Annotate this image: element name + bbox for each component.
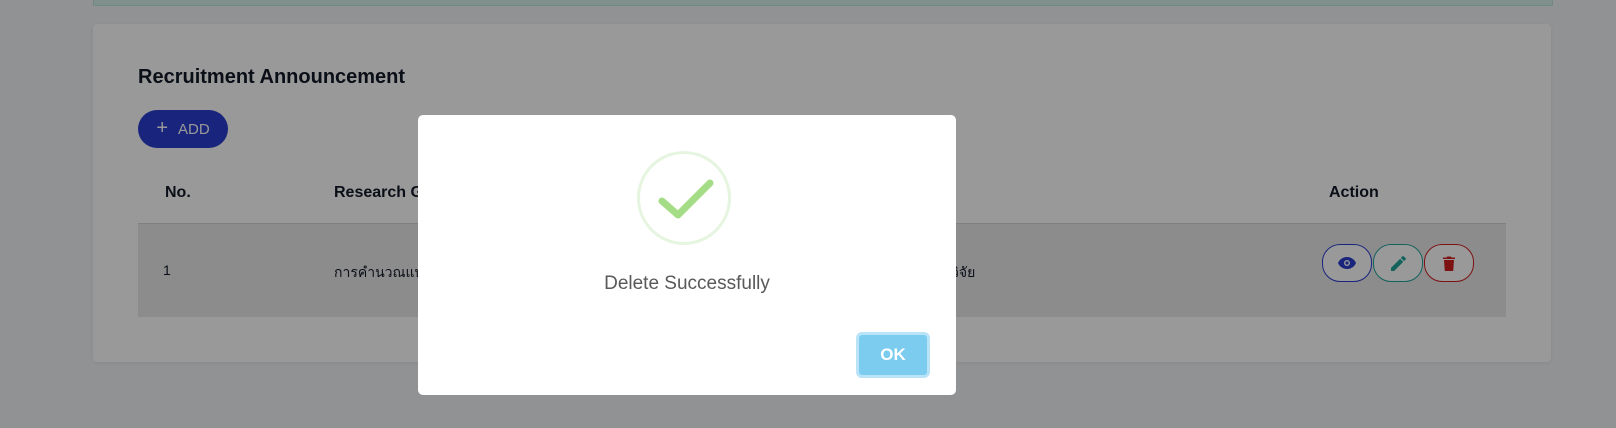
dialog-message: Delete Successfully xyxy=(604,273,770,294)
ok-button[interactable]: OK xyxy=(856,332,930,378)
checkmark-icon xyxy=(658,179,714,219)
success-icon-ring xyxy=(637,151,731,245)
success-dialog: Delete Successfully OK xyxy=(418,115,956,395)
